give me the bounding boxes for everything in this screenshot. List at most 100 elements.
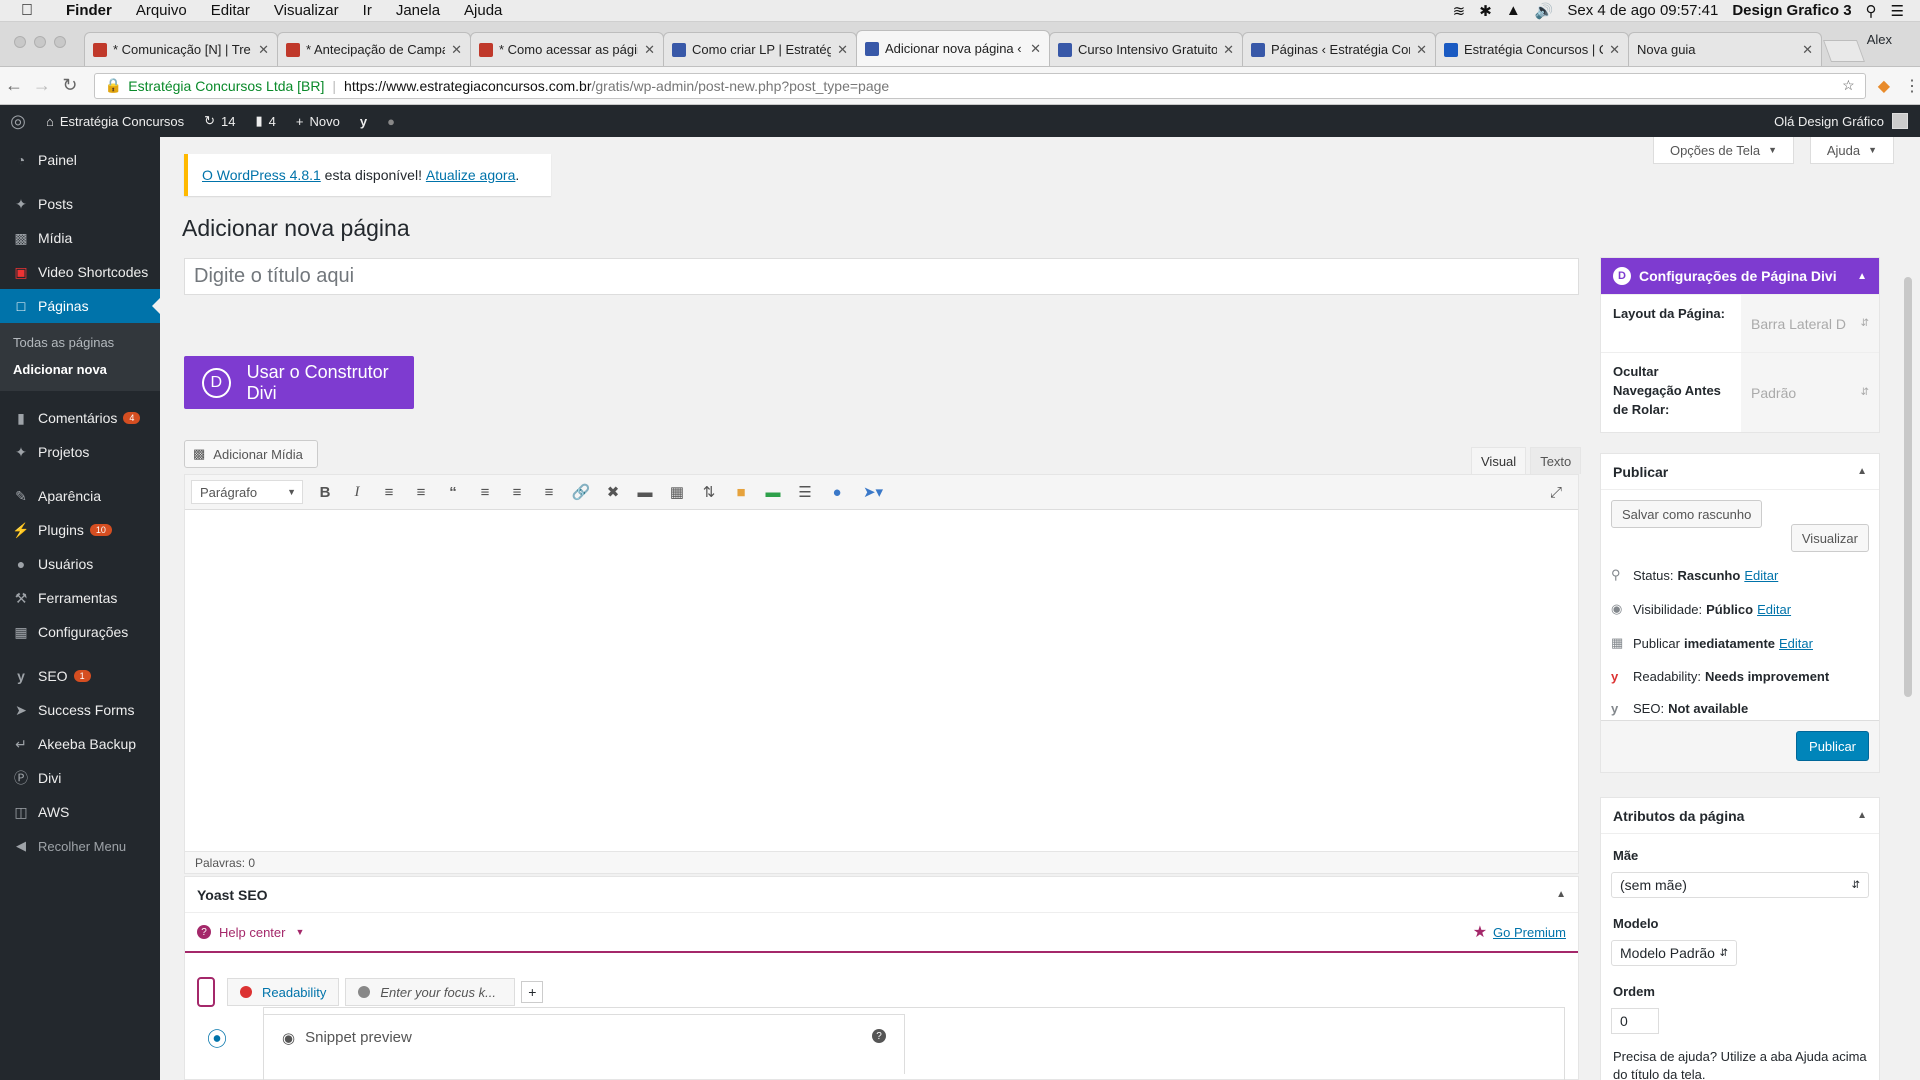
close-tab-icon[interactable]: ✕: [837, 42, 848, 58]
go-premium-link[interactable]: Go Premium: [1493, 925, 1566, 940]
collapse-arrow-icon[interactable]: ▲: [1556, 889, 1566, 900]
align-left-icon[interactable]: ≡: [469, 484, 501, 501]
back-icon[interactable]: ←: [0, 75, 28, 96]
browser-tab[interactable]: Páginas ‹ Estratégia Con ✕: [1242, 32, 1436, 66]
screen-options-button[interactable]: Opções de Tela ▼: [1652, 137, 1794, 164]
add-keyword-button[interactable]: +: [521, 981, 544, 1003]
browser-menu-icon[interactable]: ⋮: [1904, 76, 1920, 96]
italic-icon[interactable]: I: [341, 484, 373, 501]
help-icon[interactable]: ?: [872, 1029, 886, 1043]
unlink-icon[interactable]: ✖: [597, 483, 629, 501]
bullet-list-icon[interactable]: ≡: [373, 484, 405, 501]
update-now-link[interactable]: Atualize agora: [426, 167, 516, 183]
align-center-icon[interactable]: ≡: [501, 484, 533, 501]
zoom-window-button[interactable]: [54, 36, 66, 48]
sidebar-item-configuracoes[interactable]: ▦ Configurações: [0, 615, 160, 649]
color-icon[interactable]: ■: [725, 484, 757, 501]
collapse-arrow-icon[interactable]: ▲: [1857, 466, 1867, 477]
menu-ajuda[interactable]: Ajuda: [452, 2, 514, 19]
admin-bar-new[interactable]: + Novo: [286, 114, 350, 129]
collapse-arrow-icon[interactable]: ▲: [1857, 271, 1867, 282]
wordpress-logo-icon[interactable]: ◎: [0, 105, 36, 137]
macos-user[interactable]: Design Grafico 3: [1732, 2, 1851, 19]
fullscreen-icon[interactable]: ⤢: [1540, 484, 1572, 501]
edit-status-link[interactable]: Editar: [1744, 568, 1778, 583]
bookmark-star-icon[interactable]: ☆: [1842, 77, 1855, 94]
help-center-toggle[interactable]: Help center: [219, 925, 285, 940]
title-input[interactable]: Digite o título aqui: [184, 258, 1579, 295]
toolbar-toggle-icon[interactable]: ▦: [661, 483, 693, 501]
menu-visualizar[interactable]: Visualizar: [262, 2, 351, 19]
sidebar-item-ferramentas[interactable]: ⚒ Ferramentas: [0, 581, 160, 615]
sidebar-item-usuarios[interactable]: ● Usuários: [0, 547, 160, 581]
browser-profile[interactable]: Alex: [1867, 32, 1892, 47]
sidebar-item-plugins[interactable]: ⚡ Plugins 10: [0, 513, 160, 547]
share-icon[interactable]: ⦿: [207, 1023, 227, 1052]
tab-texto[interactable]: Texto: [1530, 447, 1582, 474]
url-input[interactable]: 🔒 Estratégia Concursos Ltda [BR] | https…: [93, 72, 1866, 99]
template-select[interactable]: Modelo Padrão ⇵: [1611, 940, 1737, 966]
close-tab-icon[interactable]: ✕: [1609, 42, 1620, 58]
sidebar-item-paginas[interactable]: □ Páginas: [0, 289, 160, 323]
browser-tab[interactable]: Curso Intensivo Gratuito ✕: [1049, 32, 1243, 66]
preview-button[interactable]: Visualizar: [1790, 524, 1869, 552]
wifi-icon[interactable]: ≋: [1453, 2, 1466, 20]
align-right-icon[interactable]: ≡: [533, 484, 565, 501]
admin-bar-account[interactable]: Olá Design Gráfico: [1774, 113, 1920, 129]
close-tab-icon[interactable]: ✕: [258, 42, 269, 58]
parent-select[interactable]: (sem mãe) ⇵: [1611, 872, 1869, 898]
user-shortcode-icon[interactable]: ●: [821, 484, 853, 501]
new-tab-button[interactable]: [1822, 40, 1866, 62]
close-tab-icon[interactable]: ✕: [1416, 42, 1427, 58]
page-scrollbar[interactable]: [1904, 277, 1912, 697]
menu-ir[interactable]: Ir: [351, 2, 384, 19]
divider-icon[interactable]: ☰: [789, 483, 821, 501]
edit-schedule-link[interactable]: Editar: [1779, 636, 1813, 651]
add-media-button[interactable]: ▩ Adicionar Mídia: [184, 440, 318, 468]
submenu-adicionar-nova[interactable]: Adicionar nova: [0, 356, 160, 383]
help-button[interactable]: Ajuda ▼: [1809, 137, 1894, 164]
sidebar-item-aws[interactable]: ◫ AWS: [0, 795, 160, 829]
close-tab-icon[interactable]: ✕: [1223, 42, 1234, 58]
browser-tab[interactable]: * Como acessar as págin ✕: [470, 32, 664, 66]
extension-icon[interactable]: ◆: [1878, 76, 1890, 96]
admin-bar-comments[interactable]: ▮ 4: [246, 113, 286, 129]
close-tab-icon[interactable]: ✕: [1030, 41, 1041, 57]
layout-select[interactable]: Barra Lateral D ⇵: [1741, 295, 1879, 352]
menu-janela[interactable]: Janela: [384, 2, 452, 19]
format-select[interactable]: Parágrafo ▼: [191, 480, 303, 504]
submenu-todas-paginas[interactable]: Todas as páginas: [0, 329, 160, 356]
page-attributes-header[interactable]: Atributos da página ▲: [1601, 798, 1879, 834]
clock[interactable]: Sex 4 de ago 09:57:41: [1567, 2, 1718, 19]
browser-tab[interactable]: * Antecipação de Campa ✕: [277, 32, 471, 66]
divi-settings-header[interactable]: D Configurações de Página Divi ▲: [1601, 258, 1879, 294]
snippet-preview[interactable]: ◉ Snippet preview ?: [263, 1014, 905, 1074]
insert-icon[interactable]: ⇅: [693, 483, 725, 501]
blockquote-icon[interactable]: “: [437, 484, 469, 501]
tab-focus-keyword[interactable]: Enter your focus k...: [345, 978, 516, 1006]
order-input[interactable]: 0: [1611, 1008, 1659, 1034]
rocket-dropdown-icon[interactable]: ➤▾: [853, 483, 893, 501]
close-tab-icon[interactable]: ✕: [644, 42, 655, 58]
yoast-header[interactable]: Yoast SEO ▲: [185, 877, 1578, 913]
menu-editar[interactable]: Editar: [199, 2, 262, 19]
tab-visual[interactable]: Visual: [1471, 447, 1527, 474]
admin-bar-site[interactable]: ⌂ Estratégia Concursos: [36, 114, 194, 129]
close-window-button[interactable]: [14, 36, 26, 48]
save-draft-button[interactable]: Salvar como rascunho: [1611, 500, 1763, 528]
sidebar-item-video-shortcodes[interactable]: ▣ Video Shortcodes: [0, 255, 160, 289]
sidebar-item-painel[interactable]: ◔ Painel: [0, 143, 160, 177]
browser-tab[interactable]: Como criar LP | Estratég ✕: [663, 32, 857, 66]
sidebar-item-divi[interactable]: Ⓟ Divi: [0, 761, 160, 795]
menu-arquivo[interactable]: Arquivo: [124, 2, 199, 19]
sidebar-item-midia[interactable]: ▩ Mídia: [0, 221, 160, 255]
sidebar-item-seo[interactable]: y SEO 1: [0, 659, 160, 693]
forward-icon[interactable]: →: [28, 75, 56, 96]
sidebar-item-posts[interactable]: ✦ Posts: [0, 187, 160, 221]
wordpress-version-link[interactable]: O WordPress 4.8.1: [202, 167, 321, 183]
edit-visibility-link[interactable]: Editar: [1757, 602, 1791, 617]
close-tab-icon[interactable]: ✕: [451, 42, 462, 58]
publish-header[interactable]: Publicar ▲: [1601, 454, 1879, 490]
browser-tab[interactable]: Estratégia Concursos | C ✕: [1435, 32, 1629, 66]
collapse-arrow-icon[interactable]: ▲: [1857, 810, 1867, 821]
